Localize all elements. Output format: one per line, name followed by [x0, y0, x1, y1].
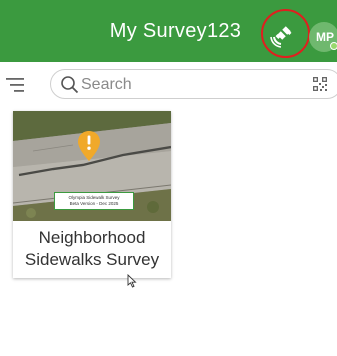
filter-menu-button[interactable] — [6, 75, 28, 95]
gps-status-button[interactable] — [268, 20, 298, 50]
thumbnail-caption-line2: Beta Version - Dec 2025 — [69, 201, 119, 206]
survey-title-line1: Neighborhood — [38, 228, 146, 247]
app-title: My Survey123 — [109, 20, 242, 42]
online-status-dot — [330, 42, 337, 50]
satellite-gps-icon — [270, 26, 292, 48]
qr-scan-button[interactable] — [313, 77, 327, 91]
survey-thumbnail: Olympia Sidewalk Survey Beta Version - D… — [13, 111, 171, 221]
mouse-pointer-icon — [127, 274, 137, 288]
survey-card[interactable]: Olympia Sidewalk Survey Beta Version - D… — [13, 111, 171, 278]
search-box[interactable] — [50, 69, 337, 99]
search-toolbar — [0, 62, 337, 104]
thumbnail-caption: Olympia Sidewalk Survey Beta Version - D… — [54, 192, 134, 210]
search-input[interactable] — [81, 74, 281, 96]
survey-title: Neighborhood Sidewalks Survey — [13, 227, 171, 271]
qr-code-icon — [313, 77, 327, 91]
search-icon — [61, 76, 79, 94]
location-marker-icon — [78, 131, 100, 161]
survey-title-line2: Sidewalks Survey — [24, 250, 160, 269]
filter-menu-icon — [6, 78, 24, 92]
